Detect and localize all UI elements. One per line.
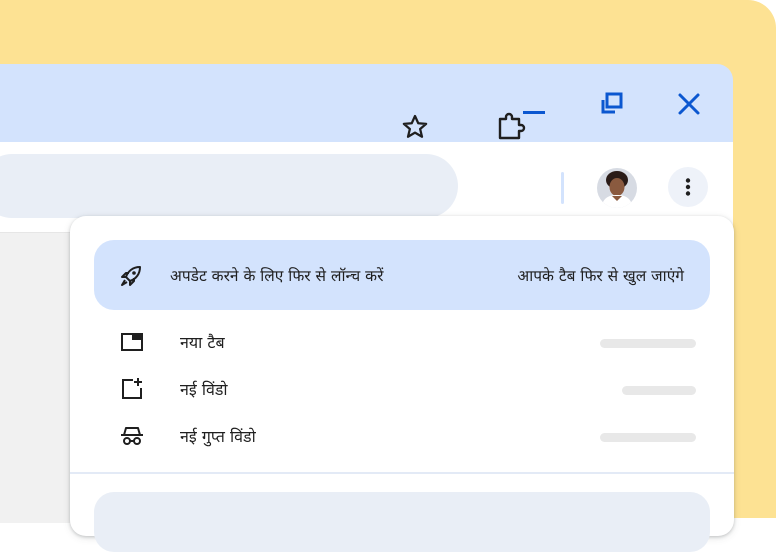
avatar[interactable]	[597, 168, 637, 208]
restore-icon	[601, 92, 623, 114]
relaunch-to-update-item[interactable]: अपडेट करने के लिए फिर से लॉन्च करें आपके…	[94, 240, 710, 310]
bookmark-button[interactable]	[394, 106, 436, 148]
star-icon	[402, 114, 428, 138]
close-window-button[interactable]	[669, 84, 709, 124]
relaunch-sublabel: आपके टैब फिर से खुल जाएंगे	[517, 267, 684, 285]
extensions-button[interactable]	[490, 106, 532, 148]
address-bar[interactable]	[0, 154, 458, 218]
relaunch-label: अपडेट करने के लिए फिर से लॉन्च करें	[170, 267, 384, 285]
puzzle-icon	[498, 112, 526, 140]
close-icon	[678, 93, 700, 115]
shortcut-placeholder	[622, 386, 696, 395]
new-window-label: नई विंडो	[180, 380, 228, 399]
chrome-menu: अपडेट करने के लिए फिर से लॉन्च करें आपके…	[70, 216, 734, 552]
new-window-icon	[122, 378, 142, 399]
new-tab-icon	[121, 333, 143, 351]
menu-item-new-tab[interactable]: नया टैब	[70, 318, 734, 364]
rocket-icon	[121, 266, 141, 286]
menu-item-next[interactable]	[94, 492, 710, 552]
chrome-menu-button[interactable]	[668, 167, 708, 207]
new-incognito-window-label: नई गुप्त विंडो	[180, 427, 256, 446]
menu-item-new-incognito-window[interactable]: नई गुप्त विंडो	[70, 412, 734, 458]
shortcut-placeholder	[600, 433, 696, 442]
restore-button[interactable]	[592, 84, 632, 124]
toolbar-divider	[561, 172, 564, 204]
menu-item-new-window[interactable]: नई विंडो	[70, 365, 734, 411]
kebab-menu-icon	[685, 178, 691, 196]
incognito-icon	[121, 427, 143, 445]
shortcut-placeholder	[600, 339, 696, 348]
profile-avatar-image	[597, 168, 637, 208]
menu-divider	[70, 472, 734, 474]
new-tab-label: नया टैब	[180, 333, 225, 352]
page-content-area	[0, 232, 70, 523]
